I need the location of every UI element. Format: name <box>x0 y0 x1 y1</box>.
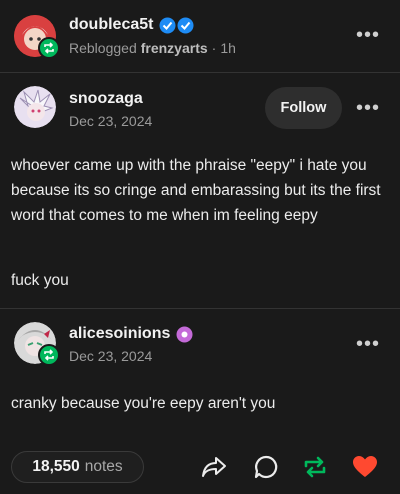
post1-paragraph-1: whoever came up with the phraise "eepy" … <box>11 157 381 224</box>
reply-icon[interactable] <box>253 454 279 480</box>
header-more-icon[interactable]: ••• <box>356 25 380 45</box>
notes-count: 18,550 <box>32 458 80 475</box>
post1-more-icon[interactable]: ••• <box>356 98 380 118</box>
reblog-icon[interactable] <box>302 455 328 479</box>
follow-button[interactable]: Follow <box>265 87 342 129</box>
post2-date: Dec 23, 2024 <box>69 348 153 364</box>
post1-paragraph-2: fuck you <box>11 272 69 289</box>
reblogged-from-link[interactable]: frenzyarts <box>141 40 208 56</box>
reblogged-prefix: Reblogged <box>69 40 137 56</box>
reblog-time: 1h <box>220 40 236 56</box>
post2-more-icon[interactable]: ••• <box>356 334 380 354</box>
reblog-badge-icon <box>38 37 60 59</box>
share-icon[interactable] <box>201 455 227 479</box>
notes-label: notes <box>84 458 123 475</box>
post1-divider <box>0 308 400 309</box>
snoozaga-avatar[interactable] <box>14 86 56 128</box>
like-icon[interactable] <box>352 455 378 479</box>
notes-button[interactable]: 18,550 notes <box>11 451 144 483</box>
reblog-badge-icon <box>38 344 60 366</box>
post2-text: cranky because you're eepy aren't you <box>11 395 276 412</box>
separator-dot: · <box>211 40 217 56</box>
post1-author[interactable]: snoozaga <box>69 90 143 108</box>
reblogger-name[interactable]: doubleca5t <box>69 16 153 34</box>
header-divider <box>0 72 400 73</box>
verified-icon <box>159 17 194 33</box>
post1-date: Dec 23, 2024 <box>69 113 153 129</box>
post2-author[interactable]: alicesoinions <box>69 325 170 343</box>
flower-badge-icon <box>176 326 193 342</box>
